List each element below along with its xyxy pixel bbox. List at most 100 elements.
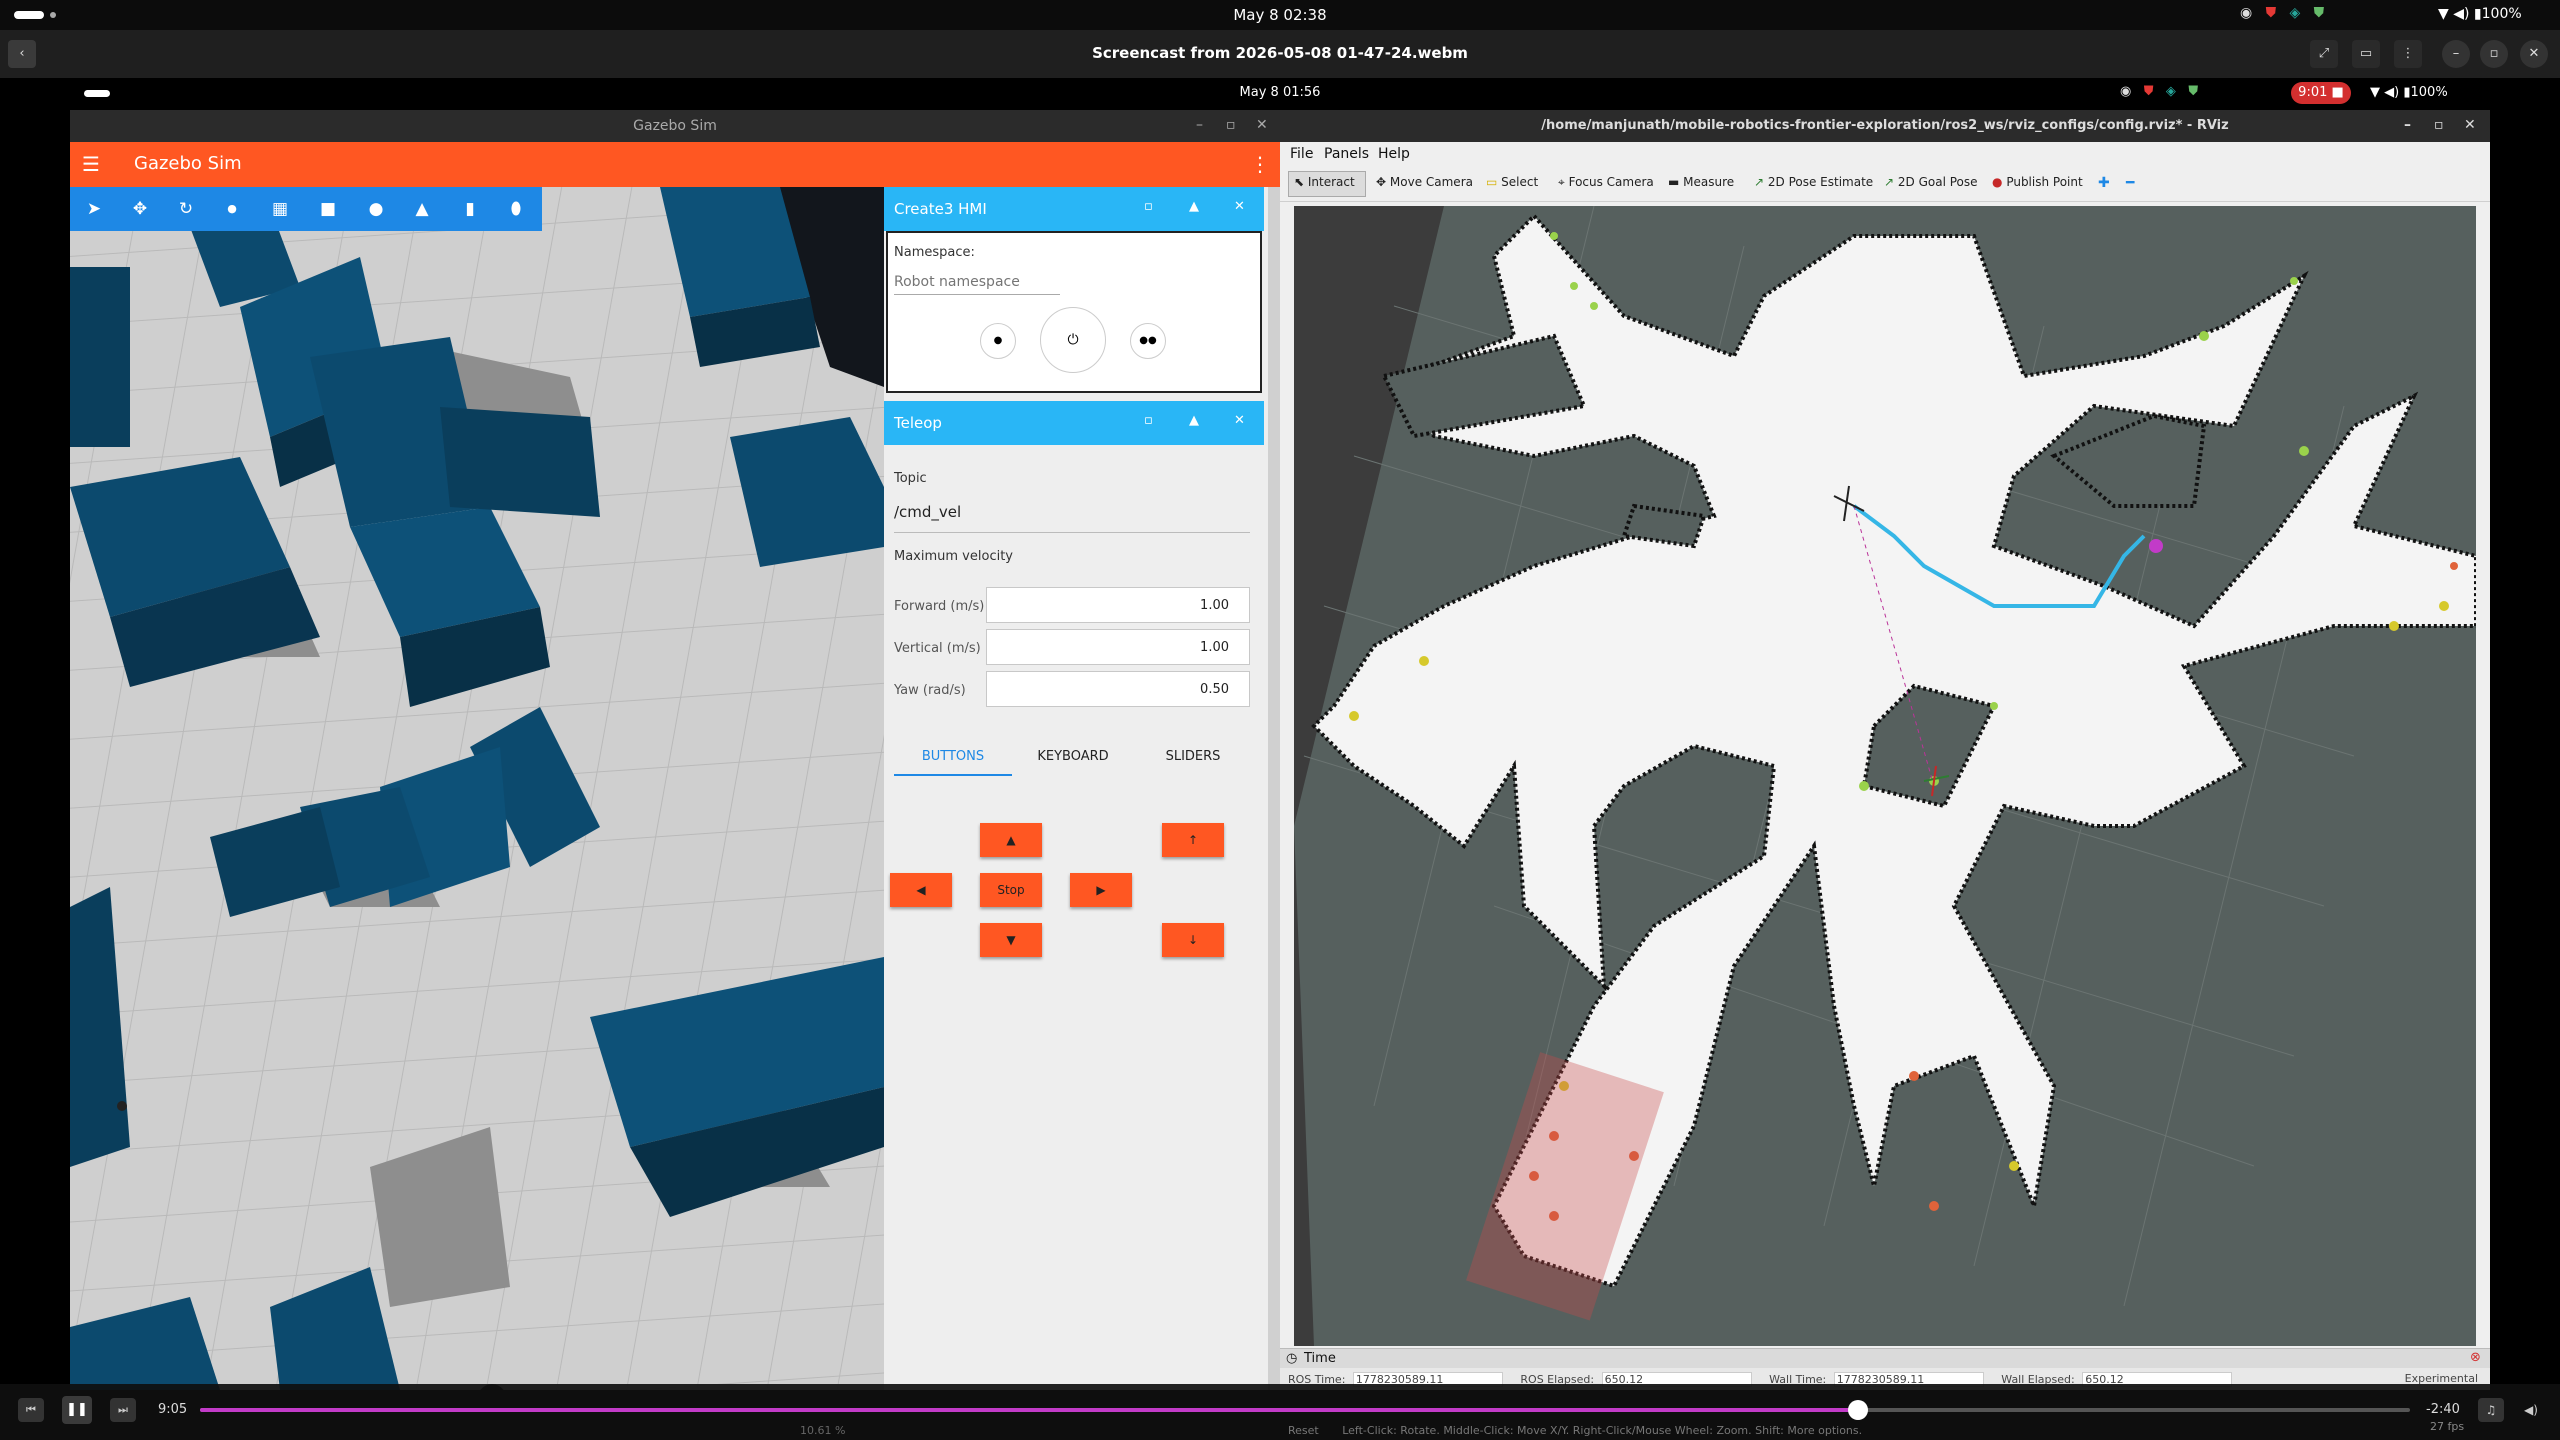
vertical-spinbox[interactable]: 1.00: [986, 629, 1250, 665]
wifi-icon: ▼: [2438, 6, 2449, 22]
activities-indicator[interactable]: [14, 11, 44, 19]
tool-select[interactable]: ▭ Select: [1486, 175, 1538, 189]
tool-move-camera[interactable]: ✥ Move Camera: [1376, 175, 1473, 189]
gz-close-button[interactable]: ✕: [1256, 117, 1268, 133]
stop-button[interactable]: Stop: [980, 873, 1042, 907]
teleop-collapse-icon[interactable]: ▲: [1189, 413, 1199, 428]
rv-maximize-button[interactable]: ▫: [2434, 117, 2444, 133]
subtitles-icon[interactable]: ▭: [2352, 40, 2380, 68]
volume-button-icon[interactable]: ◀): [2518, 1398, 2544, 1422]
app-icon[interactable]: ◈: [2289, 5, 2300, 21]
yaw-label: Yaw (rad/s): [894, 683, 966, 698]
skip-forward-icon[interactable]: ⏭: [110, 1398, 136, 1422]
tab-buttons[interactable]: BUTTONS: [894, 749, 1012, 776]
system-clock[interactable]: May 8 02:38: [1180, 6, 1380, 24]
cone-shape-icon[interactable]: ▲: [410, 197, 434, 221]
rviz-3d-view[interactable]: [1294, 206, 2476, 1346]
menu-file[interactable]: File: [1290, 146, 1313, 162]
playlist-icon[interactable]: ♫: [2478, 1398, 2504, 1422]
right-button[interactable]: ▶: [1070, 873, 1132, 907]
yaw-spinbox[interactable]: 0.50: [986, 671, 1250, 707]
tool-publish-point[interactable]: ● Publish Point: [1992, 175, 2083, 189]
cylinder-shape-icon[interactable]: ▮: [458, 197, 482, 221]
forward-button[interactable]: ▲: [980, 823, 1042, 857]
pause-icon[interactable]: ❚❚: [62, 1396, 92, 1424]
gazebo-app-bar: ☰ Gazebo Sim ⋮: [70, 142, 1280, 187]
inner-clock: May 8 01:56: [1239, 85, 1321, 100]
left-button[interactable]: ◀: [890, 873, 952, 907]
focus-icon: ⌖: [1558, 175, 1565, 189]
tool-2d-goal-pose[interactable]: ↗ 2D Goal Pose: [1884, 175, 1978, 189]
workspace-dot: [50, 12, 56, 18]
vertical-up-button[interactable]: ↑: [1162, 823, 1224, 857]
rotate-mode-icon[interactable]: ↻: [174, 197, 198, 221]
video-title: Screencast from 2026-05-08 01-47-24.webm: [1092, 44, 1468, 62]
forward-spinbox[interactable]: 1.00: [986, 587, 1250, 623]
grid-icon[interactable]: ▦: [268, 197, 292, 221]
button-2-icon[interactable]: ●●: [1130, 323, 1166, 359]
topic-input[interactable]: /cmd_vel: [894, 503, 1250, 533]
discord-icon[interactable]: ◉: [2240, 5, 2252, 21]
hmi-collapse-icon[interactable]: ▲: [1189, 199, 1199, 214]
topic-label: Topic: [894, 471, 927, 486]
sphere-shape-icon[interactable]: ●: [364, 197, 388, 221]
hmi-panel-title: Create3 HMI: [894, 200, 987, 218]
scale-mode-icon[interactable]: ●: [220, 197, 244, 221]
menu-panels[interactable]: Panels: [1324, 146, 1369, 162]
gz-minimize-button[interactable]: –: [1196, 117, 1203, 133]
more-options-icon[interactable]: ⋮: [1250, 152, 1270, 176]
rviz-status-line: Reset Left-Click: Rotate. Middle-Click: …: [1288, 1424, 2388, 1440]
skip-back-icon[interactable]: ⏮: [18, 1398, 44, 1422]
tool-2d-pose-estimate[interactable]: ↗ 2D Pose Estimate: [1754, 175, 1873, 189]
fullscreen-icon[interactable]: ⤢: [2310, 40, 2338, 68]
restore-button[interactable]: ▫: [2480, 40, 2508, 68]
plugins-scrollbar[interactable]: [1268, 187, 1280, 1390]
close-button[interactable]: ✕: [2520, 40, 2548, 68]
occupancy-map: [1294, 206, 2476, 1346]
3d-scene-view[interactable]: [70, 187, 884, 1390]
gazebo-titlebar: Gazebo Sim – ▫ ✕: [70, 110, 1280, 142]
hamburger-menu-icon[interactable]: ☰: [82, 152, 100, 176]
rv-minimize-button[interactable]: –: [2404, 117, 2411, 133]
translate-mode-icon[interactable]: ✥: [128, 197, 152, 221]
teleop-close-icon[interactable]: ✕: [1234, 413, 1245, 428]
battery-icon: ▮: [2473, 6, 2482, 22]
hmi-close-icon[interactable]: ✕: [1234, 199, 1245, 214]
teleop-float-icon[interactable]: ▫: [1144, 413, 1153, 428]
seek-bar[interactable]: [200, 1400, 2410, 1420]
teleop-panel-header: Teleop ▫ ▲ ✕: [884, 401, 1264, 445]
reset-button[interactable]: Reset: [1288, 1424, 1319, 1437]
button-1-icon[interactable]: ●: [980, 323, 1016, 359]
hmi-float-icon[interactable]: ▫: [1144, 199, 1153, 214]
tool-focus-camera[interactable]: ⌖ Focus Camera: [1558, 175, 1654, 190]
shield-icon[interactable]: ⛊: [2266, 5, 2277, 21]
minimize-button[interactable]: –: [2442, 40, 2470, 68]
vpn-icon[interactable]: ⛊: [2314, 5, 2325, 21]
gazebo-window-title: Gazebo Sim: [633, 118, 717, 134]
select-mode-icon[interactable]: ➤: [82, 197, 106, 221]
capsule-shape-icon[interactable]: ⬮: [504, 197, 528, 221]
tool-pose-estimate-text: 2D Pose Estimate: [1767, 175, 1874, 189]
tool-measure[interactable]: ▬ Measure: [1668, 175, 1734, 189]
seek-handle[interactable]: [1847, 1400, 1868, 1420]
remove-tool-icon[interactable]: ━: [2126, 175, 2134, 191]
rv-close-button[interactable]: ✕: [2464, 117, 2476, 133]
add-tool-icon[interactable]: ✚: [2098, 175, 2110, 191]
pin-icon: ●: [1992, 175, 2003, 189]
rviz-window: /home/manjunath/mobile-robotics-frontier…: [1280, 110, 2490, 1390]
gz-maximize-button[interactable]: ▫: [1226, 117, 1236, 133]
tab-sliders[interactable]: SLIDERS: [1134, 749, 1252, 764]
record-indicator[interactable]: 9:01 ■: [2291, 82, 2351, 104]
tab-keyboard[interactable]: KEYBOARD: [1014, 749, 1132, 764]
time-panel-title: Time: [1304, 1351, 1336, 1366]
namespace-input[interactable]: [894, 269, 1060, 295]
box-shape-icon[interactable]: ■: [316, 197, 340, 221]
power-button-icon[interactable]: ⏻: [1040, 307, 1106, 373]
vertical-down-button[interactable]: ↓: [1162, 923, 1224, 957]
backward-button[interactable]: ▼: [980, 923, 1042, 957]
gazebo-app-title: Gazebo Sim: [134, 153, 242, 174]
status-area[interactable]: ▼ ◀) ▮100%: [2438, 6, 2558, 22]
menu-help[interactable]: Help: [1378, 146, 1410, 162]
time-panel-close-icon[interactable]: ⊗: [2470, 1350, 2481, 1365]
menu-icon[interactable]: ⋮: [2394, 40, 2422, 68]
